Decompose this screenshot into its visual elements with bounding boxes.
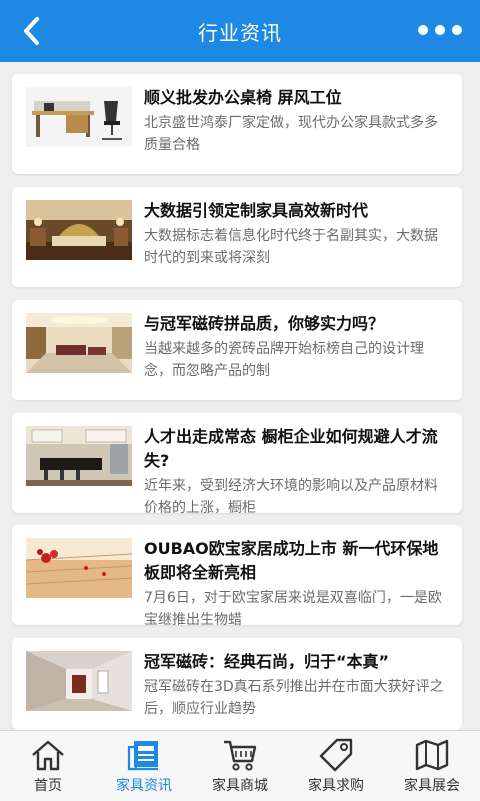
article-list: 顺义批发办公桌椅 屏风工位 北京盛世鸿泰厂家定做，现代办公家具款式多多质量合格 … (0, 62, 480, 730)
back-arrow-icon[interactable] (14, 13, 50, 49)
tab-news[interactable]: 家具资讯 (96, 731, 192, 801)
tab-label: 家具商城 (212, 778, 268, 794)
article-summary: 大数据标志着信息化时代终于名副其实，大数据时代的到来或将深刻 (144, 228, 438, 266)
top-bar: 行业资讯 (0, 0, 480, 62)
tab-label: 首页 (34, 778, 62, 794)
tab-purchase[interactable]: 家具求购 (288, 731, 384, 801)
bottom-nav: 首页 家具资讯 家具商城 家具求购 家具展会 (0, 730, 480, 801)
article-card[interactable]: OUBAO欧宝家居成功上市 新一代环保地板即将全新亮相 7月6日，对于欧宝家居来… (12, 525, 462, 625)
tag-icon (319, 738, 353, 772)
article-title: 与冠军磁砖拼品质，你够实力吗？ (144, 314, 385, 333)
article-title: 顺义批发办公桌椅 屏风工位 (144, 88, 342, 107)
article-thumbnail (26, 200, 132, 260)
article-thumbnail (26, 87, 132, 147)
article-summary: 北京盛世鸿泰厂家定做，现代办公家具款式多多质量合格 (144, 115, 438, 153)
article-summary: 近年来，受到经济大环境的影响以及产品原材料价格的上涨，橱柜 (144, 478, 438, 513)
article-card[interactable]: 人才出走成常态 橱柜企业如何规避人才流失? 近年来，受到经济大环境的影响以及产品… (12, 413, 462, 513)
map-icon (415, 739, 449, 771)
more-dots-icon[interactable] (418, 20, 462, 40)
article-title: 人才出走成常态 橱柜企业如何规避人才流失? (144, 427, 438, 470)
cart-icon (224, 740, 257, 771)
article-title: 大数据引领定制家具高效新时代 (144, 201, 369, 220)
page-title: 行业资讯 (198, 20, 282, 45)
article-card[interactable]: 与冠军磁砖拼品质，你够实力吗？ 当越来越多的瓷砖品牌开始标榜自己的设计理念，而忽… (12, 300, 462, 400)
tab-label: 家具求购 (308, 778, 364, 794)
tab-home[interactable]: 首页 (0, 731, 96, 801)
article-thumbnail (26, 313, 132, 373)
article-thumbnail (26, 651, 132, 711)
tab-label: 家具资讯 (116, 778, 172, 794)
home-icon (32, 740, 64, 771)
article-summary: 冠军磁砖在3D真石系列推出并在市面大获好评之后，顺应行业趋势 (144, 679, 444, 717)
article-summary: 当越来越多的瓷砖品牌开始标榜自己的设计理念，而忽略产品的制 (144, 341, 424, 379)
article-summary: 7月6日，对于欧宝家居来说是双喜临门，一是欧宝继推出生物蜡 (144, 590, 442, 625)
article-thumbnail (26, 426, 132, 486)
article-title: 冠军磁砖：经典石尚，归于“本真” (144, 652, 390, 671)
article-card[interactable]: 顺义批发办公桌椅 屏风工位 北京盛世鸿泰厂家定做，现代办公家具款式多多质量合格 (12, 74, 462, 174)
tab-label: 家具展会 (404, 778, 460, 794)
news-icon (127, 741, 158, 771)
article-card[interactable]: 大数据引领定制家具高效新时代 大数据标志着信息化时代终于名副其实，大数据时代的到… (12, 187, 462, 287)
tab-exhibition[interactable]: 家具展会 (384, 731, 480, 801)
tab-mall[interactable]: 家具商城 (192, 731, 288, 801)
article-card[interactable]: 冠军磁砖：经典石尚，归于“本真” 冠军磁砖在3D真石系列推出并在市面大获好评之后… (12, 638, 462, 730)
article-title: OUBAO欧宝家居成功上市 新一代环保地板即将全新亮相 (144, 539, 439, 582)
article-thumbnail (26, 538, 132, 598)
